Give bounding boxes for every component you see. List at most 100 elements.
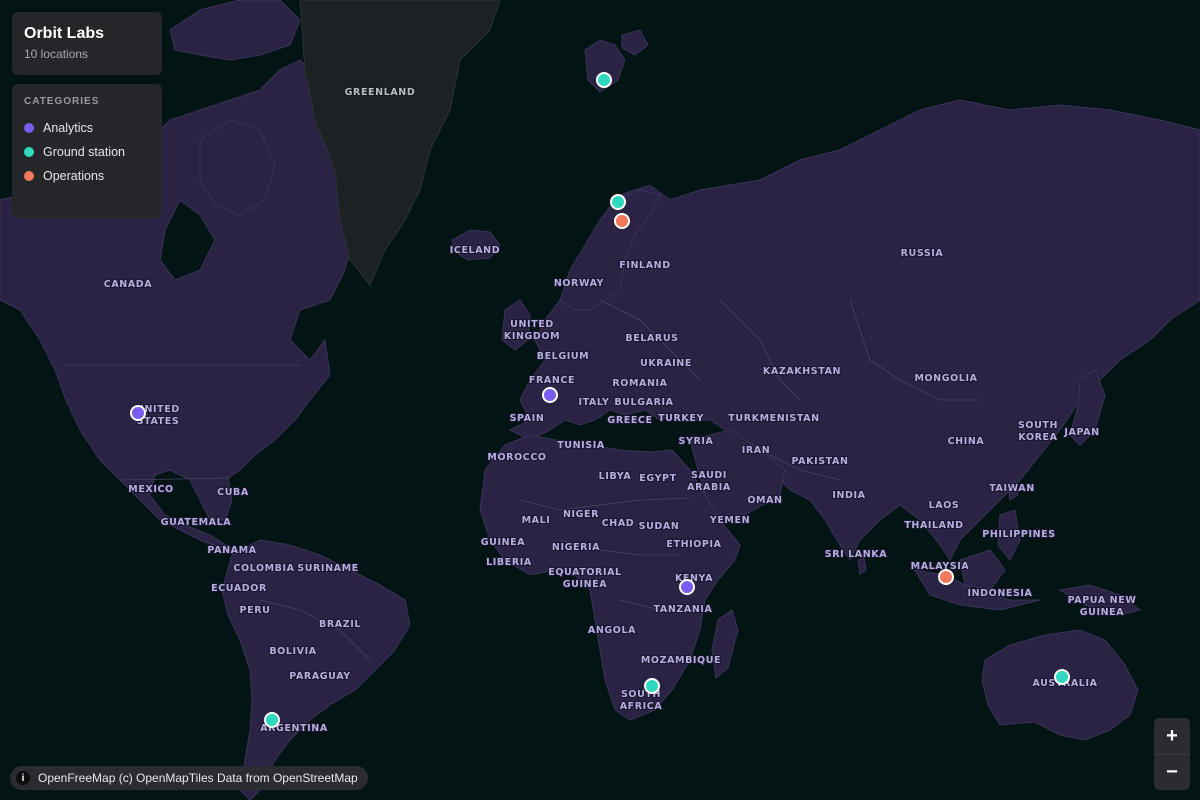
- label-egypt: EGYPT: [639, 473, 676, 484]
- map-attribution[interactable]: i OpenFreeMap (c) OpenMapTiles Data from…: [10, 766, 368, 790]
- label-ukraine: UKRAINE: [640, 358, 692, 369]
- label-suriname: SURINAME: [297, 563, 358, 574]
- marker-kenya[interactable]: [679, 579, 695, 595]
- label-india: INDIA: [832, 490, 865, 501]
- legend-label: Analytics: [43, 121, 94, 135]
- label-mozambique: MOZAMBIQUE: [641, 655, 721, 666]
- legend-dot-icon: [24, 147, 34, 157]
- label-united-kingdom-2: KINGDOM: [504, 331, 560, 342]
- label-guatemala: GUATEMALA: [161, 517, 231, 528]
- label-finland: FINLAND: [619, 260, 670, 271]
- marker-south-africa[interactable]: [644, 678, 660, 694]
- label-united-kingdom-1: UNITED: [510, 319, 554, 330]
- label-malaysia: MALAYSIA: [911, 561, 970, 572]
- label-iran: IRAN: [742, 445, 771, 456]
- label-yemen: YEMEN: [709, 515, 750, 526]
- label-south-korea-2: KOREA: [1018, 432, 1057, 443]
- label-greece: GREECE: [607, 415, 652, 426]
- label-bolivia: BOLIVIA: [269, 646, 316, 657]
- label-oman: OMAN: [747, 495, 782, 506]
- zoom-in-button[interactable]: +: [1154, 718, 1190, 754]
- label-taiwan: TAIWAN: [989, 483, 1035, 494]
- marker-united-states[interactable]: [130, 405, 146, 421]
- world-map[interactable]: GREENLAND ICELAND CANADA UNITED STATES M…: [0, 0, 1200, 800]
- label-bulgaria: BULGARIA: [614, 397, 673, 408]
- label-sudan: SUDAN: [639, 521, 680, 532]
- label-libya: LIBYA: [599, 471, 632, 482]
- label-colombia: COLOMBIA: [233, 563, 294, 574]
- legend-dot-icon: [24, 171, 34, 181]
- label-laos: LAOS: [929, 500, 960, 511]
- label-japan: JAPAN: [1063, 427, 1099, 438]
- label-chad: CHAD: [602, 518, 635, 529]
- label-russia: RUSSIA: [901, 248, 944, 259]
- label-angola: ANGOLA: [588, 625, 636, 636]
- categories-legend: CATEGORIES Analytics Ground station Oper…: [12, 84, 162, 218]
- label-belgium: BELGIUM: [537, 351, 589, 362]
- marker-northern-norway[interactable]: [610, 194, 626, 210]
- label-norway: NORWAY: [554, 278, 604, 289]
- legend-label: Operations: [43, 169, 105, 183]
- label-china: CHINA: [948, 436, 985, 447]
- label-mongolia: MONGOLIA: [914, 373, 977, 384]
- label-saudi-arabia-2: ARABIA: [687, 482, 731, 493]
- label-panama: PANAMA: [207, 545, 256, 556]
- label-turkmenistan: TURKMENISTAN: [728, 413, 819, 424]
- legend-title: CATEGORIES: [24, 96, 100, 107]
- marker-svalbard[interactable]: [596, 72, 612, 88]
- marker-france[interactable]: [542, 387, 558, 403]
- label-indonesia: INDONESIA: [967, 588, 1032, 599]
- label-papua-new-guinea-2: GUINEA: [1080, 607, 1124, 618]
- label-ecuador: ECUADOR: [211, 583, 267, 594]
- label-italy: ITALY: [578, 397, 609, 408]
- label-papua-new-guinea-1: PAPUA NEW: [1068, 595, 1137, 606]
- label-kazakhstan: KAZAKHSTAN: [763, 366, 841, 377]
- label-spain: SPAIN: [510, 413, 545, 424]
- label-saudi-arabia-1: SAUDI: [691, 470, 727, 481]
- label-cuba: CUBA: [217, 487, 249, 498]
- label-sri-lanka: SRI LANKA: [825, 549, 888, 560]
- label-morocco: MOROCCO: [487, 452, 546, 463]
- label-guinea: GUINEA: [481, 537, 525, 548]
- legend-label: Ground station: [43, 145, 125, 159]
- label-belarus: BELARUS: [625, 333, 678, 344]
- label-pakistan: PAKISTAN: [791, 456, 848, 467]
- label-mali: MALI: [522, 515, 551, 526]
- label-syria: SYRIA: [679, 436, 714, 447]
- location-count: 10 locations: [24, 47, 89, 61]
- zoom-out-button[interactable]: −: [1154, 754, 1190, 790]
- legend-dot-icon: [24, 123, 34, 133]
- label-tanzania: TANZANIA: [654, 604, 713, 615]
- label-romania: ROMANIA: [612, 378, 667, 389]
- label-equatorial-guinea-2: GUINEA: [563, 579, 607, 590]
- marker-northern-finland[interactable]: [614, 213, 630, 229]
- label-turkey: TURKEY: [658, 413, 704, 424]
- legend-item-operations[interactable]: Operations: [24, 161, 150, 191]
- zoom-controls: + −: [1154, 718, 1190, 790]
- label-mexico: MEXICO: [128, 484, 173, 495]
- marker-australia[interactable]: [1054, 669, 1070, 685]
- map-info-card: Orbit Labs 10 locations: [12, 12, 162, 75]
- label-iceland: ICELAND: [450, 245, 500, 256]
- label-paraguay: PARAGUAY: [289, 671, 350, 682]
- label-south-africa-2: AFRICA: [620, 701, 663, 712]
- label-liberia: LIBERIA: [486, 557, 532, 568]
- map-title: Orbit Labs: [24, 25, 105, 42]
- label-canada: CANADA: [104, 279, 153, 290]
- label-peru: PERU: [240, 605, 271, 616]
- label-brazil: BRAZIL: [319, 619, 361, 630]
- label-nigeria: NIGERIA: [552, 542, 600, 553]
- label-thailand: THAILAND: [904, 520, 963, 531]
- info-icon[interactable]: i: [16, 771, 30, 785]
- attribution-text: OpenFreeMap (c) OpenMapTiles Data from O…: [38, 771, 358, 785]
- marker-malaysia[interactable]: [938, 569, 954, 585]
- label-greenland: GREENLAND: [345, 87, 416, 98]
- label-ethiopia: ETHIOPIA: [666, 539, 721, 550]
- label-equatorial-guinea-1: EQUATORIAL: [548, 567, 621, 578]
- label-philippines: PHILIPPINES: [982, 529, 1055, 540]
- label-niger: NIGER: [563, 509, 599, 520]
- map-view[interactable]: GREENLAND ICELAND CANADA UNITED STATES M…: [0, 0, 1200, 800]
- label-tunisia: TUNISIA: [557, 440, 605, 451]
- marker-argentina[interactable]: [264, 712, 280, 728]
- label-south-korea-1: SOUTH: [1018, 420, 1058, 431]
